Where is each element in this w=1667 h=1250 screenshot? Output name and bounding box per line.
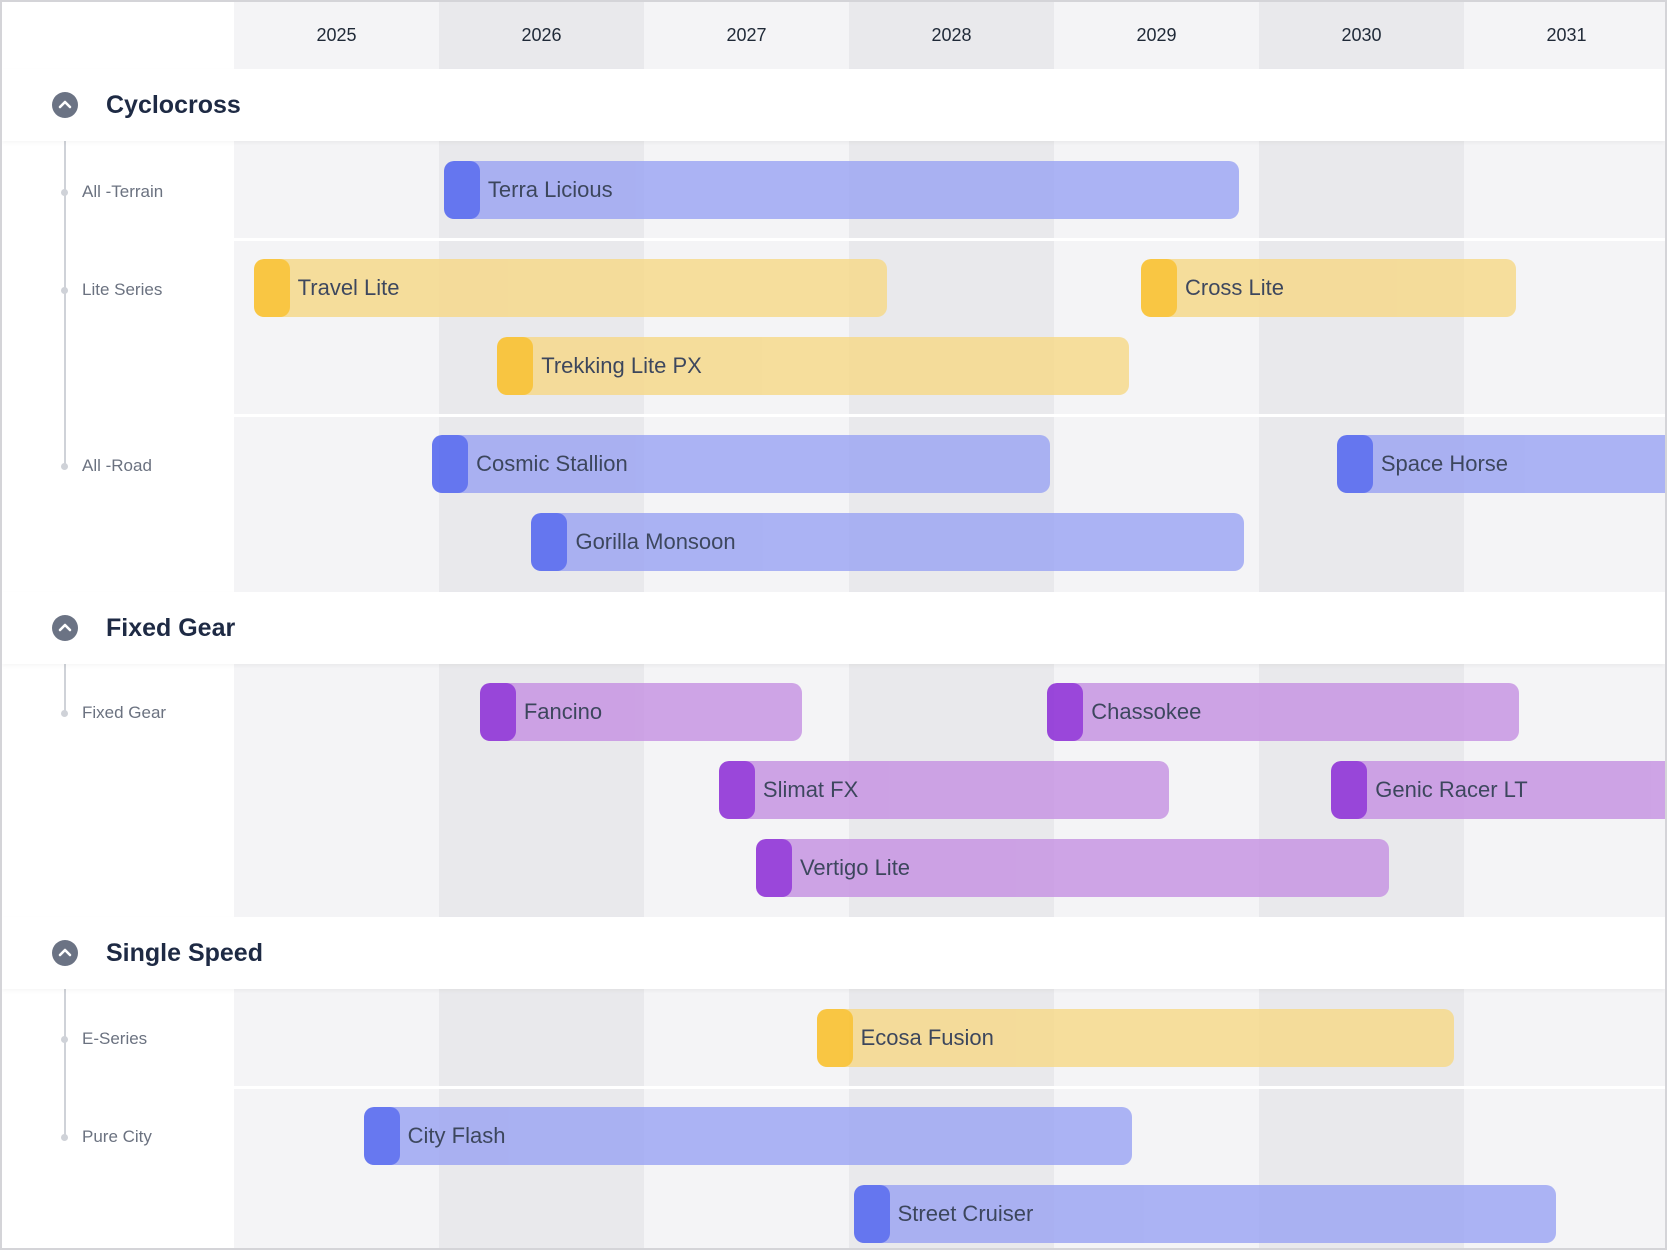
bar-handle[interactable] bbox=[497, 337, 534, 395]
year-header: 2029 bbox=[1136, 25, 1177, 45]
row-label: Lite Series bbox=[82, 280, 163, 299]
bar-handle[interactable] bbox=[1140, 259, 1177, 317]
bar-label: Gorilla Monsoon bbox=[575, 529, 736, 554]
row-label: Pure City bbox=[82, 1127, 152, 1146]
year-header: 2025 bbox=[316, 25, 357, 45]
group-header: Cyclocross bbox=[2, 69, 1665, 141]
timeline-bar[interactable]: Street Cruiser bbox=[853, 1185, 1557, 1243]
bar-handle[interactable] bbox=[443, 161, 480, 219]
group-header: Fixed Gear bbox=[2, 592, 1665, 664]
tree-node-dot bbox=[61, 189, 68, 196]
bar-handle[interactable] bbox=[718, 761, 755, 819]
bar-label: Chassokee bbox=[1091, 699, 1202, 724]
year-header: 2030 bbox=[1341, 25, 1382, 45]
collapse-toggle-button[interactable] bbox=[52, 92, 78, 118]
row-label: All -Terrain bbox=[82, 182, 164, 201]
bar-label: Cross Lite bbox=[1184, 275, 1285, 300]
timeline-bar[interactable]: Genic Racer LT bbox=[1331, 761, 1665, 819]
row-separator bbox=[234, 414, 1665, 417]
timeline-bar[interactable]: Ecosa Fusion bbox=[816, 1009, 1455, 1067]
bar-label: Genic Racer LT bbox=[1375, 777, 1528, 802]
timeline-bar[interactable]: Cosmic Stallion bbox=[432, 435, 1051, 493]
collapse-toggle-button[interactable] bbox=[52, 615, 78, 641]
timeline-bar[interactable]: Vertigo Lite bbox=[755, 839, 1389, 897]
bar-label: Terra Licious bbox=[487, 177, 613, 202]
group-header: Single Speed bbox=[2, 917, 1665, 989]
bar-label: City Flash bbox=[407, 1123, 506, 1148]
bar-label: Vertigo Lite bbox=[799, 855, 911, 880]
bar-label: Space Horse bbox=[1380, 451, 1509, 476]
timeline-bar[interactable]: Travel Lite bbox=[253, 259, 888, 317]
tree-node-dot bbox=[61, 287, 68, 294]
timeline-bar[interactable]: City Flash bbox=[363, 1107, 1132, 1165]
bar-handle[interactable] bbox=[755, 839, 792, 897]
row-label: All -Road bbox=[82, 456, 152, 475]
bar-handle[interactable] bbox=[531, 513, 568, 571]
bar-handle[interactable] bbox=[253, 259, 290, 317]
bar-label: Trekking Lite PX bbox=[541, 353, 702, 378]
timeline-bar[interactable]: Terra Licious bbox=[443, 161, 1240, 219]
year-header: 2031 bbox=[1546, 25, 1587, 45]
bar-handle[interactable] bbox=[479, 683, 516, 741]
bar-handle[interactable] bbox=[1336, 435, 1373, 493]
bar-handle[interactable] bbox=[1331, 761, 1368, 819]
gantt-app: 2025 2026 2027 2028 2029 2030 2031 Cyclocross A… bbox=[0, 0, 1667, 1250]
bar-label: Ecosa Fusion bbox=[860, 1025, 994, 1050]
bar-label: Fancino bbox=[523, 699, 603, 724]
tree-node-dot bbox=[61, 1134, 68, 1141]
year-header: 2027 bbox=[726, 25, 767, 45]
timeline-bar[interactable]: Cross Lite bbox=[1140, 259, 1517, 317]
chevron-up-icon bbox=[58, 623, 72, 632]
bar-label: Street Cruiser bbox=[897, 1201, 1034, 1226]
collapse-toggle-button[interactable] bbox=[52, 940, 78, 966]
group-title: Fixed Gear bbox=[106, 614, 236, 642]
tree-node-dot bbox=[61, 710, 68, 717]
tree-line bbox=[64, 664, 66, 715]
bar-handle[interactable] bbox=[816, 1009, 853, 1067]
bar-label: Slimat FX bbox=[762, 777, 859, 802]
bar-label: Travel Lite bbox=[297, 275, 400, 300]
row-separator bbox=[234, 1086, 1665, 1089]
group-title: Single Speed bbox=[106, 939, 263, 967]
timeline-bar[interactable]: Fancino bbox=[479, 683, 802, 741]
chevron-up-icon bbox=[58, 948, 72, 957]
tree-node-dot bbox=[61, 1036, 68, 1043]
bar-handle[interactable] bbox=[853, 1185, 890, 1243]
chevron-up-icon bbox=[58, 100, 72, 109]
row-label: Fixed Gear bbox=[82, 703, 167, 722]
timeline-bar[interactable]: Space Horse bbox=[1336, 435, 1665, 493]
bar-label: Cosmic Stallion bbox=[476, 451, 628, 476]
bar-handle[interactable] bbox=[363, 1107, 400, 1165]
row-separator bbox=[234, 238, 1665, 241]
bar-handle[interactable] bbox=[1047, 683, 1084, 741]
bar-handle[interactable] bbox=[432, 435, 469, 493]
timeline-bar[interactable]: Chassokee bbox=[1047, 683, 1520, 741]
tree-line bbox=[64, 989, 66, 1139]
row-label: E-Series bbox=[82, 1029, 148, 1048]
year-header: 2028 bbox=[931, 25, 972, 45]
group-title: Cyclocross bbox=[106, 91, 241, 119]
timeline-bar[interactable]: Gorilla Monsoon bbox=[531, 513, 1244, 571]
tree-node-dot bbox=[61, 463, 68, 470]
year-header: 2026 bbox=[521, 25, 562, 45]
timeline-bar[interactable]: Slimat FX bbox=[718, 761, 1170, 819]
timeline-bar[interactable]: Trekking Lite PX bbox=[497, 337, 1130, 395]
